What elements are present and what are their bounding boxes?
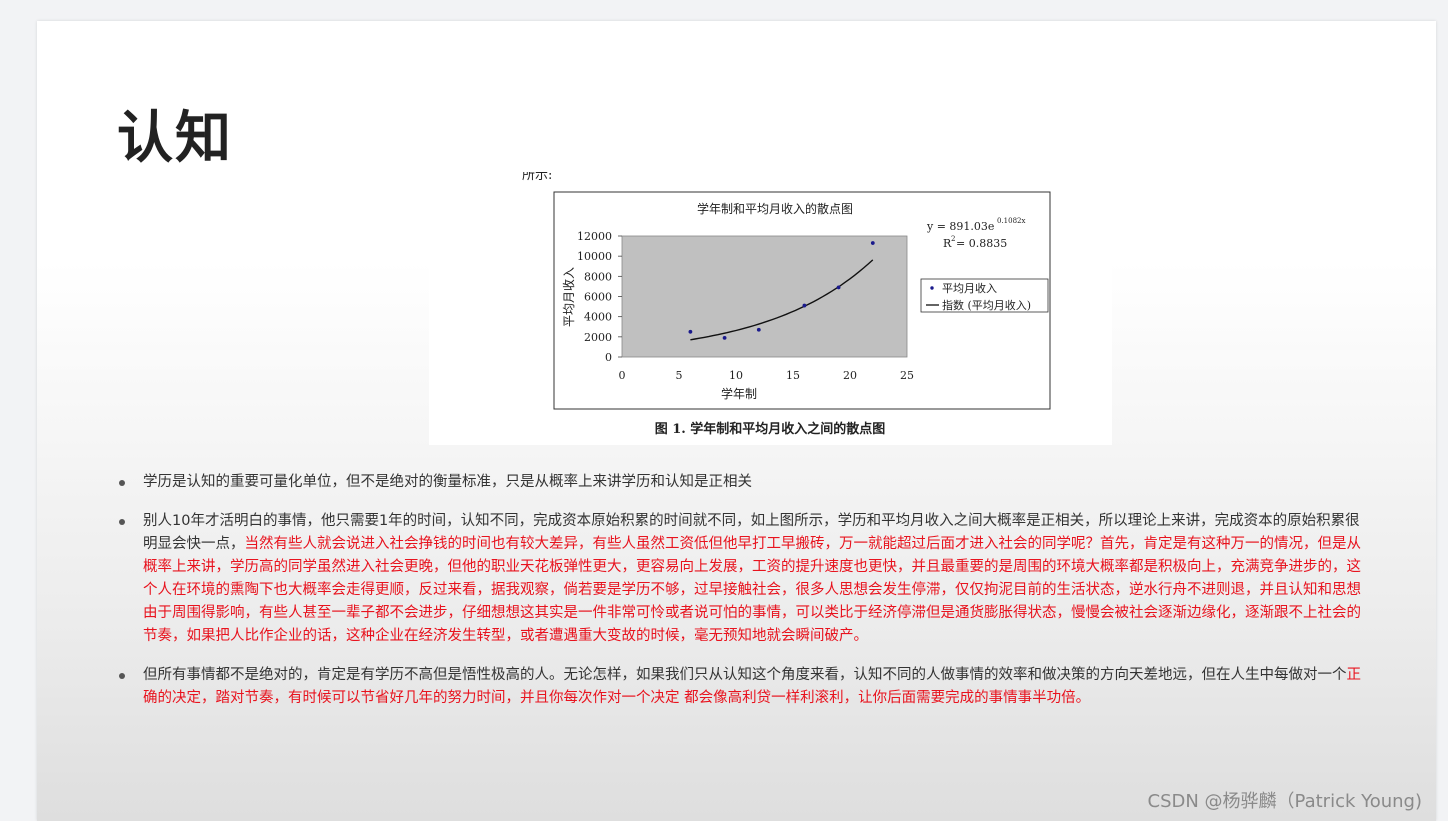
r2-value: = 0.8835 [956,237,1007,250]
data-point [802,303,807,308]
y-axis-label: 平均月收入 [562,267,576,327]
y-tick-label: 4000 [584,311,612,324]
bullet-text: 但所有事情都不是绝对的，肯定是有学历不高但是悟性极高的人。无论怎样，如果我们只从… [143,667,1347,683]
chart-title: 学年制和平均月收入的散点图 [697,201,853,216]
data-point [688,329,693,334]
slide: 认知 所示: 学年制和平均月收入的散点图 0 2000 4000 6000 8000 10… [37,21,1436,821]
equation-text: y = 891.03e [926,220,994,233]
bullet-text: 学历是认知的重要可量化单位，但不是绝对的衡量标准，只是从概率上来讲学历和认知是正… [143,474,752,490]
legend-point-marker [930,286,934,290]
scatter-chart: 所示: 学年制和平均月收入的散点图 0 2000 4000 6000 8000 10000… [522,172,1051,437]
data-point [870,241,875,245]
legend-line-label: 指数 (平均月收入) [942,298,1031,312]
watermark: CSDN @杨骅麟（Patrick Young) [1147,791,1423,812]
x-tick-label: 15 [786,369,800,382]
data-point [756,327,761,332]
figure-caption-top: 所示: [522,172,552,183]
r2-superscript: 2 [951,235,955,243]
y-tick-label: 10000 [577,250,612,263]
x-tick-label: 10 [729,369,743,382]
x-tick-label: 5 [676,369,683,382]
x-axis-label: 学年制 [721,386,757,401]
x-tick-label: 0 [619,369,626,382]
figure-image: 所示: 学年制和平均月收入的散点图 0 2000 4000 6000 8000 10000… [429,172,1112,445]
y-tick-label: 8000 [584,270,612,283]
y-tick-label: 2000 [584,331,612,344]
legend: 平均月收入 指数 (平均月收入) [920,278,1049,313]
y-tick-label: 6000 [584,291,612,304]
equation-exponent: 0.1082x [997,217,1025,225]
bullet-item: 但所有事情都不是绝对的，肯定是有学历不高但是悟性极高的人。无论怎样，如果我们只从… [117,664,1367,710]
bullet-item: 学历是认知的重要可量化单位，但不是绝对的衡量标准，只是从概率上来讲学历和认知是正… [117,471,1367,494]
figure-caption: 图 1. 学年制和平均月收入之间的散点图 [655,421,886,437]
data-point [836,285,841,290]
page-title: 认知 [117,106,233,171]
legend-points-label: 平均月收入 [942,281,997,295]
x-tick-label: 20 [843,369,857,382]
bullet-list: 学历是认知的重要可量化单位，但不是绝对的衡量标准，只是从概率上来讲学历和认知是正… [117,471,1367,726]
bullet-item: 别人10年才活明白的事情，他只需要1年的时间，认知不同，完成资本原始积累的时间就… [117,510,1367,648]
x-tick-label: 25 [900,369,914,382]
y-tick-label: 0 [605,351,612,364]
highlighted-text: 当然有些人就会说进入社会挣钱的时间也有较大差异，有些人虽然工资低但他早打工早搬砖… [143,536,1361,644]
data-point [722,335,727,340]
y-tick-label: 12000 [577,230,612,243]
plot-area [621,235,908,358]
